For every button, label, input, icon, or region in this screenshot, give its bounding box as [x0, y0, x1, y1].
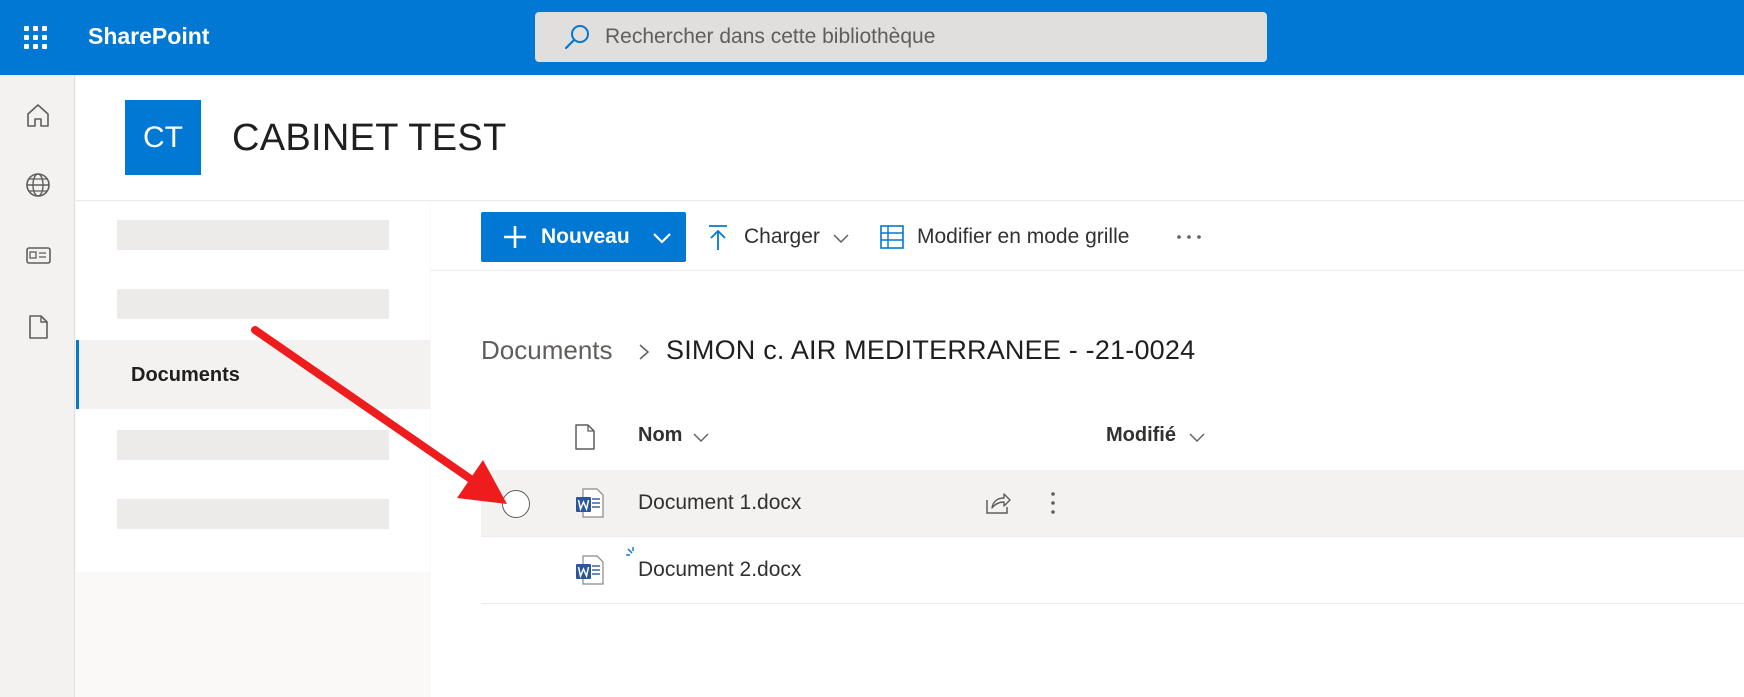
chevron-right-icon: [639, 344, 650, 360]
grid-icon: [880, 225, 904, 249]
search-icon: [564, 25, 589, 50]
nav-placeholder: [117, 499, 389, 529]
edit-grid-view-label: Modifier en mode grille: [917, 225, 1130, 248]
file-type-icon[interactable]: [573, 423, 597, 451]
nav-placeholder: [117, 289, 389, 319]
nav-item-label: Documents: [131, 364, 240, 386]
document-icon[interactable]: [18, 307, 58, 347]
nav-placeholder: [117, 220, 389, 250]
app-launcher-icon[interactable]: [14, 18, 58, 58]
word-file-icon: [576, 555, 604, 585]
column-header-modified[interactable]: Modifié: [1106, 424, 1176, 447]
home-icon[interactable]: [18, 95, 58, 135]
table-row[interactable]: Document 2.docx: [481, 537, 1744, 604]
new-button-label: Nouveau: [541, 225, 630, 248]
upload-label: Charger: [744, 225, 820, 248]
main-content: Nouveau Charger Modifier en mode grille: [431, 202, 1744, 697]
list-header: Nom Modifié: [481, 407, 1744, 467]
file-name[interactable]: Document 1.docx: [638, 491, 801, 515]
search-box[interactable]: [535, 12, 1267, 62]
site-title[interactable]: CABINET TEST: [232, 117, 507, 160]
app-bar: [0, 75, 75, 697]
new-button[interactable]: Nouveau: [481, 212, 686, 262]
search-input[interactable]: [605, 12, 1245, 62]
upload-icon: [709, 225, 727, 250]
nav-placeholder: [117, 430, 389, 460]
row-select-checkbox[interactable]: [502, 490, 530, 518]
more-vertical-icon[interactable]: [1038, 487, 1068, 519]
chevron-down-icon[interactable]: [691, 427, 711, 447]
file-name[interactable]: Document 2.docx: [638, 558, 801, 582]
edit-grid-view-button[interactable]: Modifier en mode grille: [879, 212, 1149, 262]
left-navigation: Documents: [76, 202, 430, 572]
site-logo[interactable]: CT: [125, 100, 201, 175]
column-header-name[interactable]: Nom: [638, 424, 682, 447]
suite-bar: SharePoint: [0, 0, 1744, 75]
plus-icon: [504, 226, 526, 248]
site-header: CT CABINET TEST: [76, 75, 1744, 201]
word-file-icon: [576, 488, 604, 518]
brand-name[interactable]: SharePoint: [88, 23, 209, 50]
table-row[interactable]: Document 1.docx: [481, 470, 1744, 537]
more-options-icon[interactable]: [1174, 227, 1204, 247]
chevron-down-icon: [833, 234, 849, 244]
news-icon[interactable]: [18, 235, 58, 275]
command-bar: Nouveau Charger Modifier en mode grille: [431, 202, 1744, 271]
breadcrumb-root[interactable]: Documents: [481, 335, 613, 366]
chevron-down-icon[interactable]: [1187, 427, 1207, 447]
nav-item-documents[interactable]: Documents: [76, 340, 430, 409]
chevron-down-icon: [653, 233, 671, 244]
upload-button[interactable]: Charger: [706, 212, 856, 262]
share-icon[interactable]: [983, 489, 1013, 517]
breadcrumb-current: SIMON c. AIR MEDITERRANEE - -21-0024: [666, 335, 1196, 365]
globe-icon[interactable]: [18, 165, 58, 205]
